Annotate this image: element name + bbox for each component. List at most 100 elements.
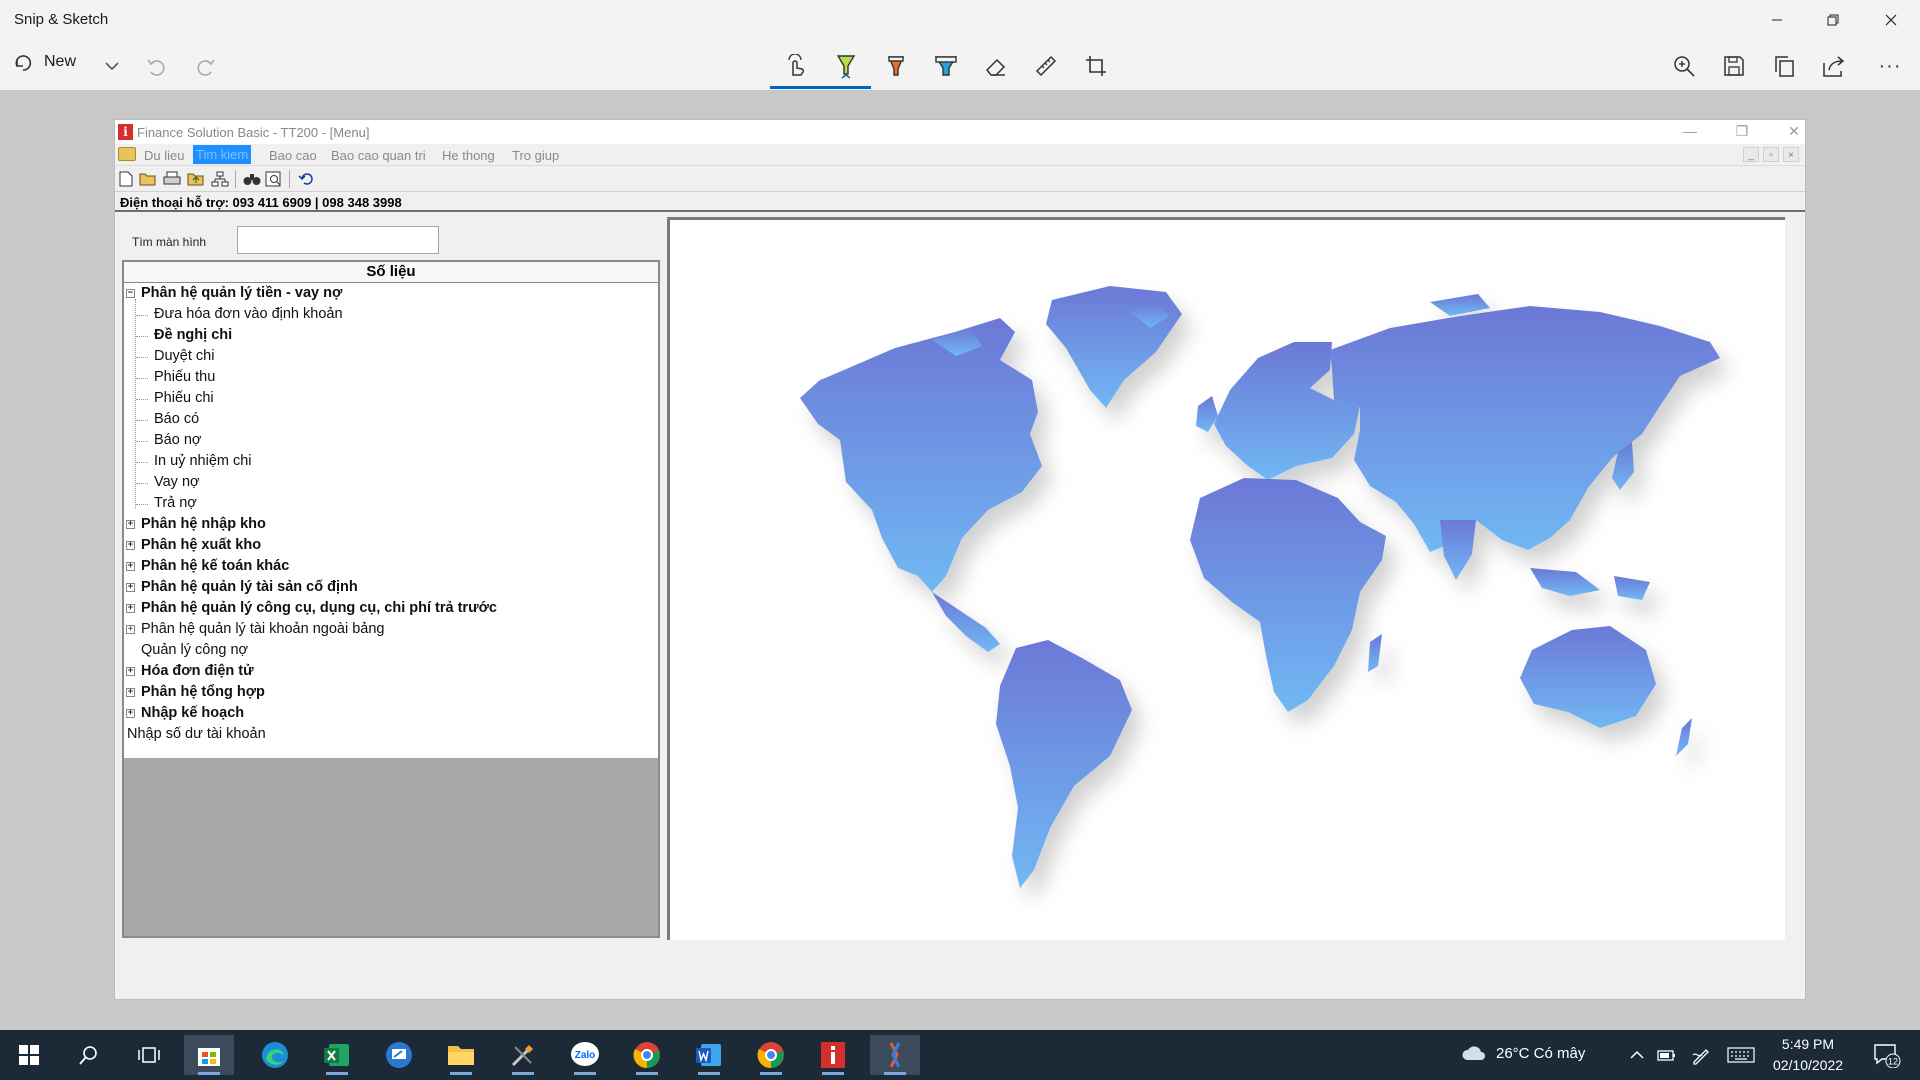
battery-icon <box>1657 1050 1675 1061</box>
tree-item-label: Nhập số dư tài khoản <box>127 726 266 742</box>
excel-app[interactable] <box>312 1035 362 1075</box>
more-options-button[interactable]: ··· <box>1870 46 1910 86</box>
undo-button[interactable] <box>136 46 176 86</box>
tree-item-label: Đưa hóa đơn vào định khoản <box>154 306 343 322</box>
new-file-button[interactable] <box>117 170 135 188</box>
chrome-app[interactable] <box>746 1035 796 1075</box>
search-button[interactable] <box>64 1035 114 1075</box>
chevron-up-icon <box>1630 1050 1644 1059</box>
store-app[interactable] <box>184 1035 234 1075</box>
new-snip-button[interactable]: New <box>14 52 76 72</box>
weather-widget[interactable]: 26°C Có mây <box>1460 1044 1585 1062</box>
chrome-profile-app[interactable] <box>622 1035 672 1075</box>
finance-menubar: Du lieu Tim kiem Bao cao Bao cao quan tr… <box>115 144 1805 166</box>
redo-button[interactable] <box>186 46 226 86</box>
touch-keyboard-button[interactable] <box>1722 1035 1760 1075</box>
mdi-minimize-button[interactable]: _ <box>1743 147 1759 162</box>
start-button[interactable] <box>4 1035 54 1075</box>
clock[interactable]: 5:49 PM 02/10/2022 <box>1768 1034 1848 1076</box>
mdi-restore-button[interactable]: ▫ <box>1763 147 1779 162</box>
zoom-button[interactable] <box>1664 46 1704 86</box>
finance-titlebar: i Finance Solution Basic - TT200 - [Menu… <box>115 120 1805 144</box>
preview-icon <box>265 171 281 187</box>
finance-app[interactable] <box>808 1035 858 1075</box>
open-folder-button[interactable] <box>139 170 157 188</box>
expand-icon[interactable]: + <box>126 520 135 529</box>
close-button[interactable] <box>1866 0 1916 40</box>
snip-sketch-app[interactable] <box>870 1035 920 1075</box>
menu-tro-giup[interactable]: Tro giup <box>509 148 562 163</box>
share-button[interactable] <box>1814 46 1854 86</box>
remote-app[interactable] <box>374 1035 424 1075</box>
undo-arrow-icon <box>298 173 313 185</box>
new-dropdown-button[interactable] <box>92 46 132 86</box>
pen-workspace-button[interactable] <box>1686 1035 1716 1075</box>
battery-button[interactable] <box>1652 1035 1682 1075</box>
search-icon <box>79 1046 97 1065</box>
find-button[interactable] <box>243 170 261 188</box>
expand-icon[interactable]: + <box>126 562 135 571</box>
expand-icon[interactable]: + <box>126 604 135 613</box>
highlighter-button[interactable] <box>926 46 966 86</box>
finance-restore-button[interactable]: ❐ <box>1727 123 1757 140</box>
menu-bao-cao-quan-tri[interactable]: Bao cao quan tri <box>328 148 429 163</box>
expand-icon[interactable]: + <box>126 688 135 697</box>
org-chart-button[interactable] <box>211 170 229 188</box>
zalo-app[interactable]: Zalo <box>560 1035 610 1075</box>
tree-connector <box>136 315 148 316</box>
tree-connector <box>136 357 148 358</box>
store-icon <box>198 1048 220 1066</box>
app-title: Snip & Sketch <box>14 11 109 28</box>
search-screen-input[interactable] <box>237 226 439 254</box>
touch-writing-button[interactable] <box>776 46 816 86</box>
notification-button[interactable]: 12 <box>1862 1035 1912 1075</box>
expand-icon[interactable]: + <box>126 583 135 592</box>
save-button[interactable] <box>1714 46 1754 86</box>
expand-icon[interactable]: + <box>126 541 135 550</box>
show-hidden-icons-button[interactable] <box>1622 1035 1652 1075</box>
minimize-button[interactable] <box>1752 0 1802 40</box>
file-explorer-icon <box>448 1046 474 1065</box>
copy-button[interactable] <box>1764 46 1804 86</box>
task-view-button[interactable] <box>124 1035 174 1075</box>
preview-button[interactable] <box>265 170 283 188</box>
tools-app[interactable] <box>498 1035 548 1075</box>
world-map-panel <box>667 217 1785 940</box>
refresh-button[interactable] <box>297 170 315 188</box>
module-tree: Số liệu − Phân hệ quản lý tiền - vay nợ Đư… <box>122 260 660 938</box>
finance-close-button[interactable]: ✕ <box>1779 123 1809 140</box>
tree-item-label: In uỷ nhiệm chi <box>154 453 252 469</box>
print-button[interactable] <box>163 170 181 188</box>
mdi-close-button[interactable]: × <box>1783 147 1799 162</box>
cloud-icon <box>1462 1046 1485 1060</box>
restore-button[interactable] <box>1808 0 1858 40</box>
tree-item-label: Phiếu chi <box>154 390 214 406</box>
menu-du-lieu[interactable]: Du lieu <box>141 148 187 163</box>
tree-item-label: Đề nghị chi <box>154 327 233 343</box>
ruler-button[interactable] <box>1026 46 1066 86</box>
folder-up-button[interactable] <box>187 170 205 188</box>
chrome-icon <box>757 1042 784 1069</box>
save-icon <box>1724 56 1744 76</box>
expand-icon[interactable]: + <box>126 667 135 676</box>
file-explorer-app[interactable] <box>436 1035 486 1075</box>
keyboard-icon <box>1727 1047 1755 1063</box>
menu-he-thong[interactable]: He thong <box>439 148 498 163</box>
crop-button[interactable] <box>1076 46 1116 86</box>
tree-item-label: Phân hệ kế toán khác <box>141 558 290 574</box>
word-app[interactable] <box>684 1035 734 1075</box>
collapse-icon[interactable]: − <box>126 289 135 298</box>
eraser-button[interactable] <box>976 46 1016 86</box>
edge-app[interactable] <box>250 1035 300 1075</box>
start-icon <box>19 1045 39 1065</box>
finance-iconbar <box>115 166 1805 192</box>
expand-icon[interactable]: + <box>126 625 135 634</box>
clock-date: 02/10/2022 <box>1772 1057 1844 1073</box>
finance-minimize-button[interactable]: — <box>1675 123 1705 139</box>
menu-bao-cao[interactable]: Bao cao <box>266 148 320 163</box>
ballpoint-pen-button[interactable] <box>826 46 866 86</box>
menu-tim-kiem[interactable]: Tim kiem <box>193 145 252 164</box>
pencil-button[interactable] <box>876 46 916 86</box>
expand-icon[interactable]: + <box>126 709 135 718</box>
close-icon <box>1885 14 1897 26</box>
